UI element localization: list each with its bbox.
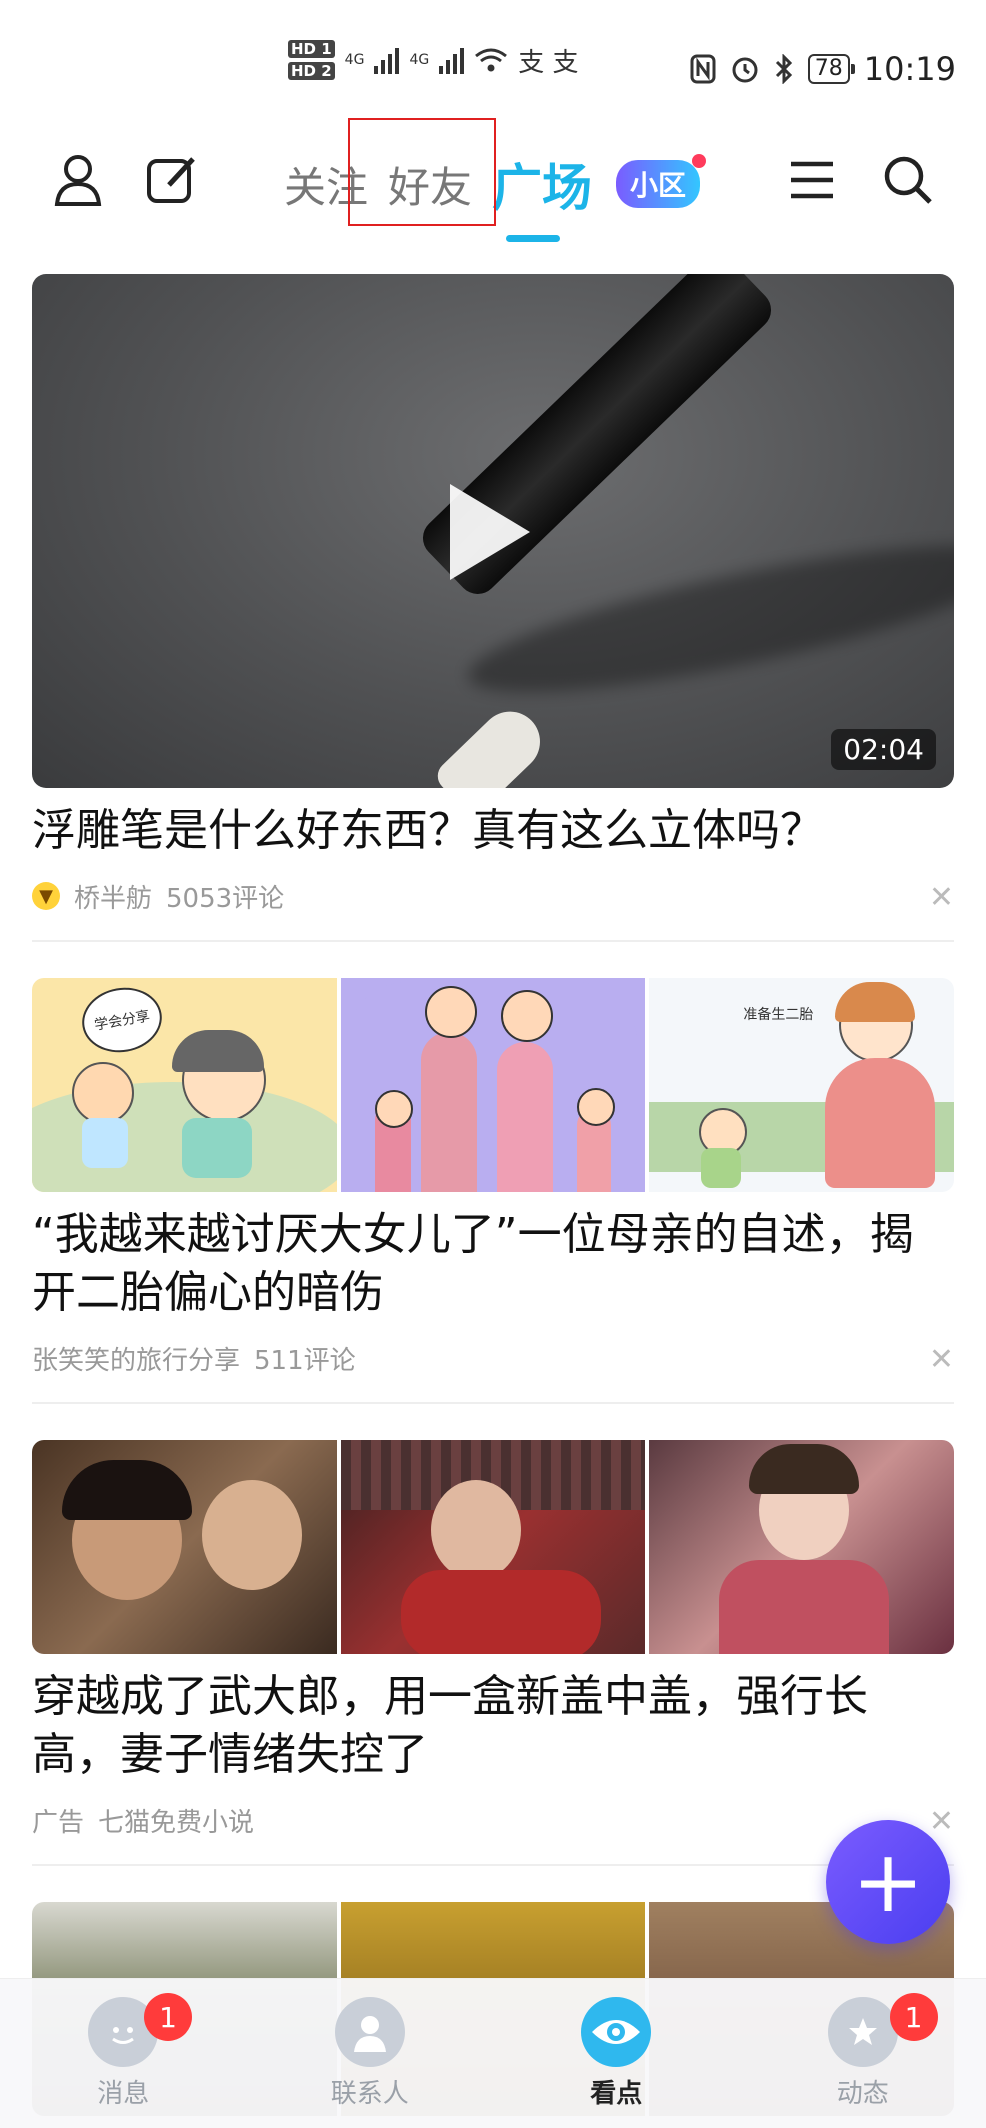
video-scene <box>432 699 553 788</box>
message-badge: 1 <box>144 1993 192 2041</box>
wifi-icon <box>474 47 508 73</box>
feed-item-meta: 张笑笑的旅行分享 511评论 ✕ <box>32 1338 954 1378</box>
status-bar: HD 1 HD 2 4G 4G 支 支 78 10:19 <box>0 0 986 110</box>
profile-icon[interactable] <box>48 150 108 210</box>
nav-kandian[interactable]: 看点 <box>493 1979 740 2128</box>
feed-item-author[interactable]: 张笑笑的旅行分享 <box>32 1340 240 1377</box>
nfc-icon <box>690 54 716 84</box>
feed-item-comments[interactable]: 5053评论 <box>166 878 284 915</box>
hd1-label: HD 1 <box>288 40 335 58</box>
speech-bubble: 学会分享 <box>77 982 167 1059</box>
status-right: 78 10:19 <box>690 50 956 88</box>
status-left: HD 1 HD 2 4G 4G 支 支 <box>288 40 578 80</box>
divider <box>32 1864 954 1866</box>
thumbnail-image: 准备生二胎 <box>649 978 954 1192</box>
thumbnail-image <box>649 1440 954 1654</box>
battery-icon: 78 <box>808 54 850 84</box>
nav-messages[interactable]: 1 消息 <box>0 1979 247 2128</box>
video-duration: 02:04 <box>831 729 936 770</box>
feed-item-author[interactable]: 桥半舫 <box>74 878 152 915</box>
nav-label: 联系人 <box>331 2073 409 2110</box>
divider <box>32 940 954 942</box>
hd2-label: HD 2 <box>288 62 335 80</box>
feed-item-comments[interactable]: 511评论 <box>254 1340 356 1377</box>
divider <box>32 1402 954 1404</box>
video-thumbnail[interactable]: 02:04 <box>32 274 954 788</box>
feed-item-article[interactable]: 学会分享 准备生二胎 <box>32 978 954 1404</box>
thumbnail-image <box>341 1440 646 1654</box>
feed-list: 02:04 浮雕笔是什么好东西？真有这么立体吗？ ▼ 桥半舫 5053评论 ✕ … <box>32 274 954 2116</box>
signal-icon-2 <box>439 46 464 74</box>
contacts-icon <box>335 1997 405 2067</box>
play-icon[interactable] <box>450 484 530 580</box>
compose-icon[interactable] <box>142 150 202 210</box>
search-icon[interactable] <box>878 150 938 210</box>
nav-label: 看点 <box>590 2073 642 2110</box>
ad-label: 广告 <box>32 1802 84 1839</box>
network-label-1: 4G <box>345 52 365 68</box>
bluetooth-icon <box>774 54 794 84</box>
thumbnail-image <box>341 978 646 1192</box>
bottom-nav: 1 消息 联系人 看点 1 动态 <box>0 1978 986 2128</box>
eye-icon <box>581 1997 651 2067</box>
nav-contacts[interactable]: 联系人 <box>247 1979 494 2128</box>
close-icon[interactable]: ✕ <box>929 1804 954 1839</box>
nav-label: 消息 <box>97 2073 149 2110</box>
clock: 10:19 <box>864 50 956 88</box>
close-icon[interactable]: ✕ <box>929 1342 954 1377</box>
nav-moments[interactable]: 1 动态 <box>740 1979 986 2128</box>
alarm-icon <box>730 54 760 84</box>
moments-badge: 1 <box>890 1993 938 2041</box>
close-icon[interactable]: ✕ <box>929 880 954 915</box>
signal-icon-1 <box>374 46 399 74</box>
nav-label: 动态 <box>837 2073 889 2110</box>
thumbnail-image: 学会分享 <box>32 978 337 1192</box>
thumbnail-row[interactable]: 学会分享 准备生二胎 <box>32 978 954 1192</box>
feed-item-ad[interactable]: 穿越成了武大郎，用一盒新盖中盖，强行长高，妻子情绪失控了 广告 七猫免费小说 ✕ <box>32 1440 954 1866</box>
feed-item-title[interactable]: “我越来越讨厌大女儿了”一位母亲的自述，揭开二胎偏心的暗伤 <box>32 1206 954 1322</box>
network-label-2: 4G <box>409 52 429 68</box>
annotation-highlight-box <box>348 118 496 226</box>
tab-xiaoqu[interactable]: 小区 <box>616 160 700 208</box>
feed-item-meta: 广告 七猫免费小说 ✕ <box>32 1800 954 1840</box>
hd-indicators: HD 1 HD 2 <box>288 40 335 80</box>
add-button[interactable]: + <box>826 1820 950 1944</box>
feed-item-title[interactable]: 穿越成了武大郎，用一盒新盖中盖，强行长高，妻子情绪失控了 <box>32 1668 954 1784</box>
menu-icon[interactable] <box>782 150 842 210</box>
thumbnail-row[interactable] <box>32 1440 954 1654</box>
feed-item-title[interactable]: 浮雕笔是什么好东西？真有这么立体吗？ <box>32 802 954 860</box>
feed-item-meta: ▼ 桥半舫 5053评论 ✕ <box>32 876 954 916</box>
star-planet-icon <box>828 1997 898 2067</box>
feed-item-author[interactable]: 七猫免费小说 <box>98 1802 254 1839</box>
tab-square[interactable]: 广场 <box>492 148 592 220</box>
thumbnail-image <box>32 1440 337 1654</box>
feed-item-video[interactable]: 02:04 浮雕笔是什么好东西？真有这么立体吗？ ▼ 桥半舫 5053评论 ✕ <box>32 274 954 942</box>
thumbnail-caption: 准备生二胎 <box>743 1004 813 1024</box>
author-badge-icon: ▼ <box>32 882 60 910</box>
status-extra: 支 支 <box>518 42 578 79</box>
